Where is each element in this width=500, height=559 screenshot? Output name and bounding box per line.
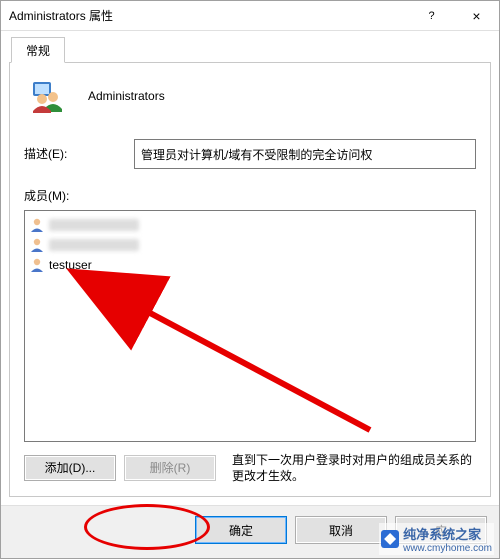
tab-strip: 常规	[9, 37, 491, 63]
group-name-label: Administrators	[88, 89, 165, 103]
description-field[interactable]	[134, 139, 476, 169]
help-button[interactable]: ?	[409, 1, 454, 31]
group-icon	[30, 79, 64, 113]
tab-general[interactable]: 常规	[11, 37, 65, 63]
dialog-window: Administrators 属性 ? × 常规 Administrators …	[0, 0, 500, 559]
member-buttons-row: 添加(D)... 删除(R) 直到下一次用户登录时对用户的组成员关系的更改才生效…	[24, 452, 476, 484]
description-label: 描述(E):	[24, 139, 134, 169]
member-name	[49, 219, 139, 231]
window-title: Administrators 属性	[9, 7, 409, 24]
user-icon	[29, 257, 45, 273]
apply-button[interactable]: 应	[395, 516, 487, 544]
cancel-button[interactable]: 取消	[295, 516, 387, 544]
add-button[interactable]: 添加(D)...	[24, 455, 116, 481]
member-name	[49, 239, 139, 251]
group-header: Administrators	[30, 79, 476, 113]
close-button[interactable]: ×	[454, 1, 499, 31]
members-label: 成员(M):	[24, 187, 476, 204]
list-item[interactable]	[27, 235, 473, 255]
remove-button: 删除(R)	[124, 455, 216, 481]
membership-note: 直到下一次用户登录时对用户的组成员关系的更改才生效。	[224, 452, 476, 484]
members-listbox[interactable]: testuser	[24, 210, 476, 442]
user-icon	[29, 217, 45, 233]
dialog-button-row: 确定 取消 应	[1, 505, 499, 558]
tab-content: Administrators 描述(E): 成员(M):	[9, 63, 491, 497]
title-bar: Administrators 属性 ? ×	[1, 1, 499, 31]
ok-button[interactable]: 确定	[195, 516, 287, 544]
tab-underline	[9, 62, 491, 63]
list-item[interactable]	[27, 215, 473, 235]
description-row: 描述(E):	[24, 139, 476, 169]
list-item[interactable]: testuser	[27, 255, 473, 275]
member-name: testuser	[49, 258, 92, 272]
user-icon	[29, 237, 45, 253]
